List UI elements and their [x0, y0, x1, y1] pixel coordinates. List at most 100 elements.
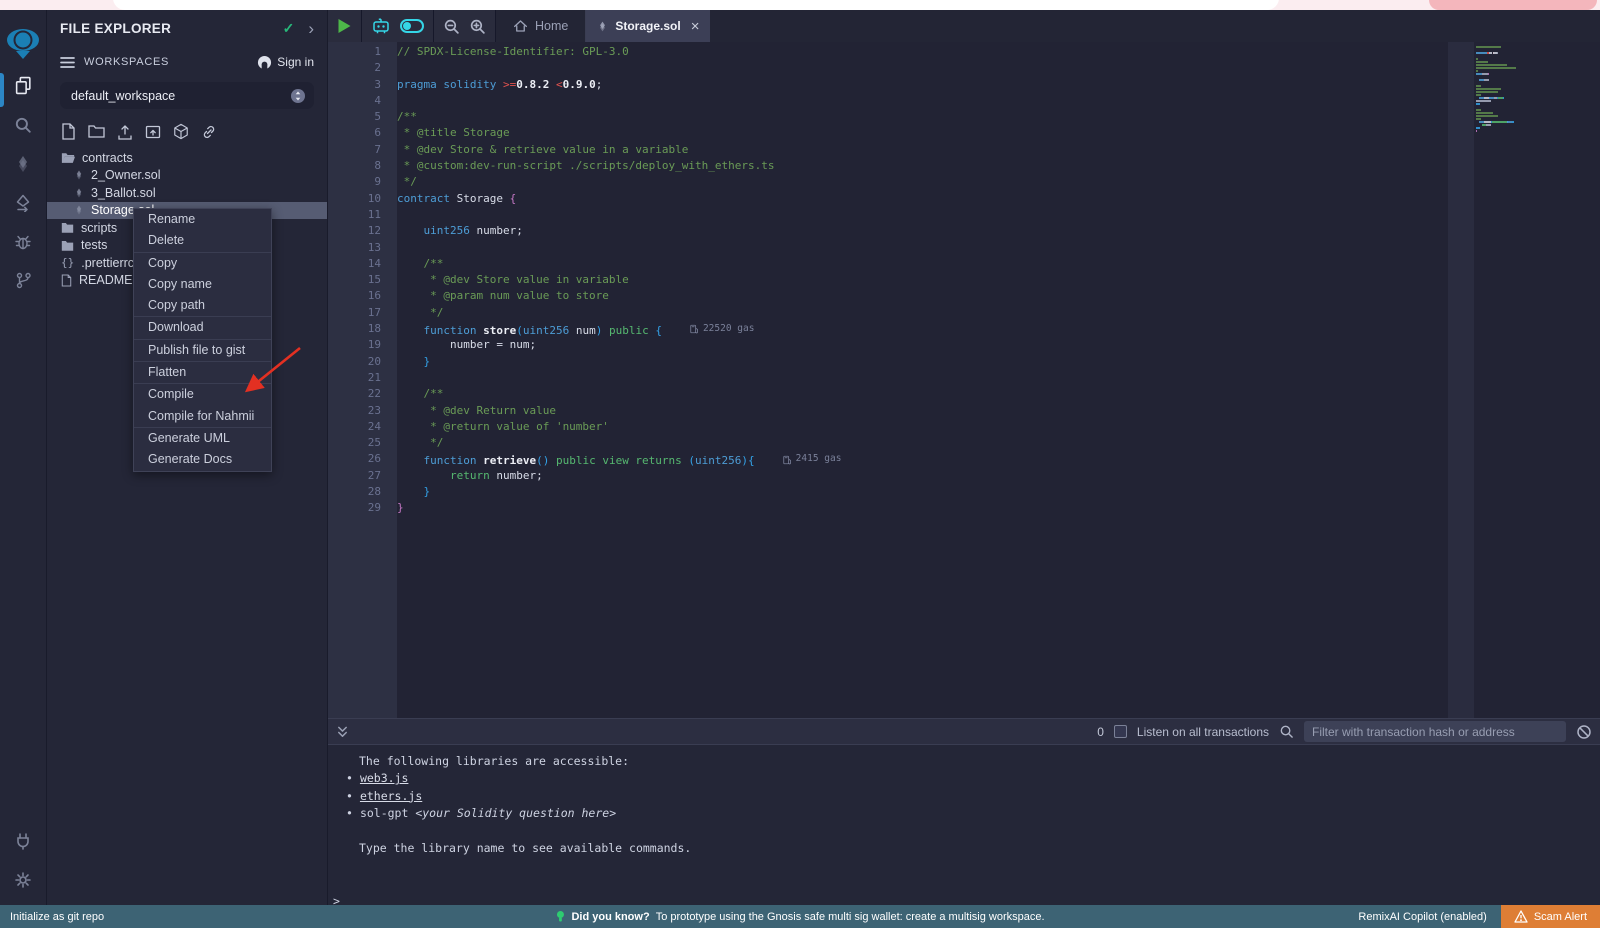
copilot-toggle[interactable] [400, 19, 424, 33]
file-explorer-icon[interactable] [0, 66, 47, 105]
context-menu-item-flatten[interactable]: Flatten [134, 362, 271, 383]
code-text: } [381, 354, 430, 370]
context-menu-item-download[interactable]: Download [134, 317, 271, 338]
terminal-collapse-icon[interactable] [336, 725, 349, 739]
ipfs-cube-icon[interactable] [173, 123, 189, 140]
tab-home[interactable]: Home [496, 10, 586, 42]
context-menu-item-rename[interactable]: Rename [134, 209, 271, 230]
copilot-status[interactable]: RemixAI Copilot (enabled) [1358, 911, 1486, 923]
debugger-icon[interactable] [0, 222, 47, 261]
code-line-18: 18 function store(uint256 num) public {2… [328, 321, 1600, 337]
terminal-intro-line: The following libraries are accessible: [333, 752, 1600, 770]
code-text: pragma solidity >=0.8.2 <0.9.0; [381, 77, 602, 93]
line-number: 23 [328, 403, 381, 419]
terminal-search-icon[interactable] [1279, 724, 1294, 739]
terminal-hint-line: Type the library name to see available c… [333, 840, 1600, 858]
tree-item-2-owner-sol[interactable]: 2_Owner.sol [47, 167, 327, 185]
ai-copilot-robot-icon[interactable] [371, 17, 391, 35]
hamburger-menu-icon[interactable] [60, 56, 75, 69]
new-file-icon[interactable] [61, 123, 76, 140]
upload-folder-icon[interactable] [145, 123, 161, 140]
upload-file-icon[interactable] [117, 123, 133, 140]
code-line-4: 4 [328, 93, 1600, 109]
context-menu-item-compile-for-nahmii[interactable]: Compile for Nahmii [134, 406, 271, 427]
folder-open-icon [61, 152, 75, 164]
tree-item-3-ballot-sol[interactable]: 3_Ballot.sol [47, 184, 327, 202]
zoom-in-icon[interactable] [469, 18, 486, 35]
context-menu-group: Flatten [134, 362, 271, 384]
code-line-3: 3pragma solidity >=0.8.2 <0.9.0; [328, 77, 1600, 93]
line-number: 5 [328, 109, 381, 125]
file-context-menu: RenameDeleteCopyCopy nameCopy pathDownlo… [133, 208, 272, 472]
clear-console-icon[interactable] [1576, 724, 1592, 740]
library-link[interactable]: web3.js [360, 771, 408, 785]
settings-gear-icon[interactable] [0, 860, 47, 899]
code-lines: 1// SPDX-License-Identifier: GPL-3.023pr… [328, 42, 1600, 517]
line-number: 4 [328, 93, 381, 109]
did-you-know-tip: Did you know? To prototype using the Gno… [555, 910, 1044, 924]
close-tab-icon[interactable]: × [691, 18, 700, 35]
transaction-filter-input[interactable] [1304, 721, 1566, 742]
context-menu-item-compile[interactable]: Compile [134, 384, 271, 405]
run-script-button[interactable] [337, 18, 352, 34]
line-number: 8 [328, 158, 381, 174]
library-link[interactable]: ethers.js [360, 789, 422, 803]
editor-minimap[interactable] [1476, 46, 1556, 133]
transaction-count: 0 [1097, 725, 1104, 739]
code-text: */ [381, 305, 443, 321]
ai-copilot-group [362, 10, 434, 42]
scam-alert-button[interactable]: Scam Alert [1501, 905, 1600, 928]
new-folder-icon[interactable] [88, 123, 105, 140]
code-text: /** [381, 256, 443, 272]
context-menu-item-copy-name[interactable]: Copy name [134, 274, 271, 295]
tree-item-contracts[interactable]: contracts [47, 149, 327, 167]
line-number: 28 [328, 484, 381, 500]
chevron-right-icon[interactable]: › [308, 24, 314, 34]
context-menu-item-generate-uml[interactable]: Generate UML [134, 428, 271, 449]
code-text: } [381, 500, 404, 516]
context-menu-group: Generate UMLGenerate Docs [134, 428, 271, 471]
context-menu-group: Download [134, 317, 271, 339]
remix-logo-icon[interactable] [0, 20, 47, 66]
zoom-out-icon[interactable] [443, 18, 460, 35]
solidity-compiler-icon[interactable] [0, 144, 47, 183]
search-icon[interactable] [0, 105, 47, 144]
terminal-output[interactable]: The following libraries are accessible:•… [328, 745, 1600, 905]
sign-in-button[interactable]: Sign in [257, 55, 314, 70]
code-editor[interactable]: 1// SPDX-License-Identifier: GPL-3.023pr… [328, 42, 1600, 718]
context-menu-item-generate-docs[interactable]: Generate Docs [134, 449, 271, 470]
context-menu-item-delete[interactable]: Delete [134, 230, 271, 251]
code-text [381, 240, 397, 256]
workspace-select[interactable]: default_workspace [60, 82, 314, 109]
code-text [381, 207, 397, 223]
plugin-manager-icon[interactable] [0, 821, 47, 860]
terminal-header: 0 Listen on all transactions [328, 718, 1600, 745]
code-text: * @param num value to store [381, 288, 609, 304]
line-number: 24 [328, 419, 381, 435]
workspace-name: default_workspace [71, 89, 290, 103]
code-line-22: 22 /** [328, 386, 1600, 402]
context-menu-item-copy[interactable]: Copy [134, 253, 271, 274]
file-icon [61, 274, 72, 287]
listen-label: Listen on all transactions [1137, 725, 1269, 739]
lightbulb-icon [555, 910, 565, 924]
context-menu-item-publish-file-to-gist[interactable]: Publish file to gist [134, 340, 271, 361]
code-line-14: 14 /** [328, 256, 1600, 272]
tab-storage-sol[interactable]: Storage.sol × [586, 10, 710, 42]
context-menu-item-copy-path[interactable]: Copy path [134, 295, 271, 316]
code-text: */ [381, 435, 443, 451]
run-script-group [328, 10, 362, 42]
git-init-button[interactable]: Initialize as git repo [0, 911, 104, 923]
tree-item-label: .prettierrc [81, 256, 134, 270]
code-text: function store(uint256 num) public {2252… [381, 321, 754, 337]
line-number: 11 [328, 207, 381, 223]
code-line-16: 16 * @param num value to store [328, 288, 1600, 304]
code-text [381, 60, 397, 76]
git-icon[interactable] [0, 261, 47, 300]
deploy-run-icon[interactable] [0, 183, 47, 222]
link-icon[interactable] [201, 123, 217, 140]
code-line-17: 17 */ [328, 305, 1600, 321]
code-text: function retrieve() public view returns … [381, 451, 841, 467]
listen-checkbox[interactable] [1114, 725, 1127, 738]
browser-button-fragment [1429, 0, 1597, 10]
